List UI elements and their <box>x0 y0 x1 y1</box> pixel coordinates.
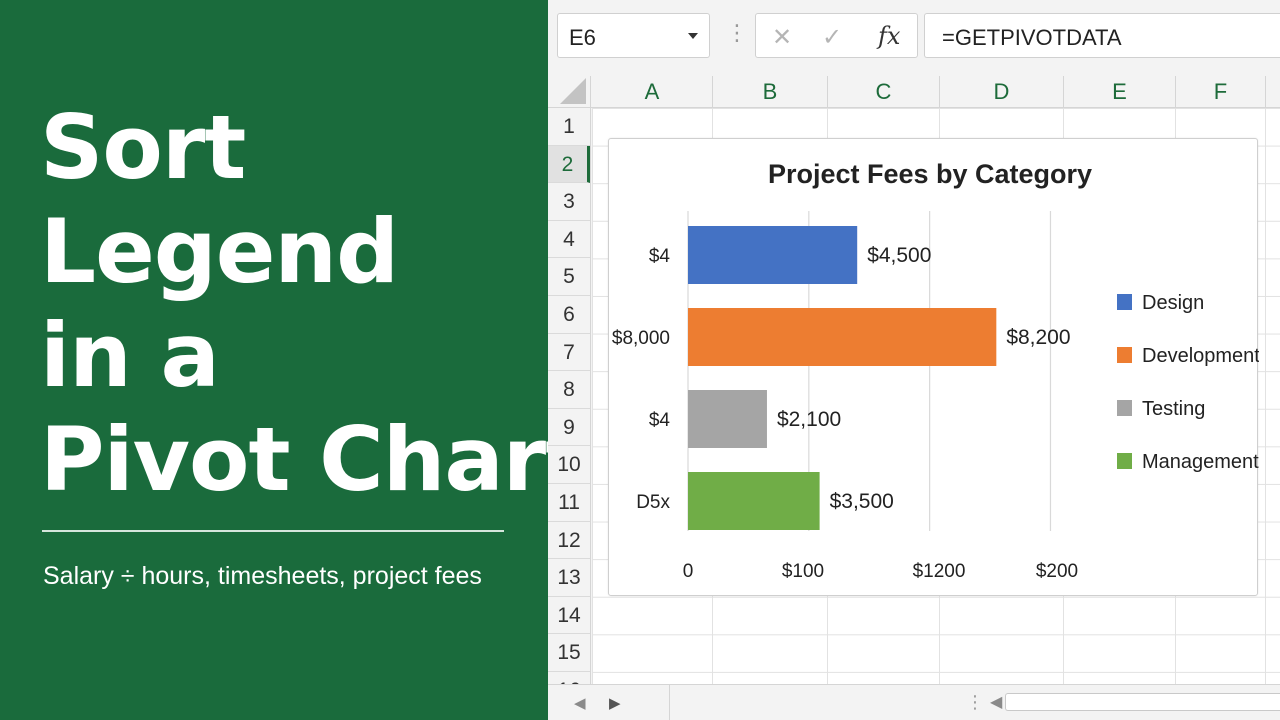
row-header[interactable]: 13 <box>548 559 590 597</box>
insert-function-button[interactable]: fx <box>878 22 900 50</box>
scroll-left-icon[interactable]: ◀ <box>990 692 1002 712</box>
row-header[interactable]: 15 <box>548 634 590 672</box>
formula-buttons: ✕ ✓ fx <box>755 13 918 58</box>
row-header[interactable]: 1 <box>548 108 590 146</box>
category-label: $4 <box>649 246 671 267</box>
row-header[interactable]: 11 <box>548 484 590 522</box>
headline-line: Pivot Chart <box>40 408 587 511</box>
name-box[interactable]: E6 <box>557 13 710 58</box>
sheet-status-bar: ◀ ▶ ⋮ ◀ <box>548 684 1280 720</box>
headline-line: in a <box>40 304 220 407</box>
row-header[interactable]: 6 <box>548 296 590 334</box>
row-header[interactable]: 10 <box>548 446 590 484</box>
name-box-value: E6 <box>569 25 596 50</box>
bar[interactable] <box>688 390 767 448</box>
vertical-dots-icon[interactable]: ⋮ <box>726 22 748 44</box>
legend-item[interactable]: Testing <box>1142 398 1205 420</box>
row-header[interactable]: 12 <box>548 522 590 560</box>
sheet-next-icon[interactable]: ▶ <box>609 694 621 712</box>
column-header-b[interactable]: B <box>713 76 828 108</box>
legend-item[interactable]: Management <box>1142 451 1259 473</box>
row-header[interactable]: 3 <box>548 183 590 221</box>
x-tick-label: $100 <box>782 561 824 582</box>
chart-canvas: Project Fees by Category $4 $8,000 $4 D5x $… <box>612 159 1259 582</box>
legend-swatch <box>1117 294 1132 310</box>
close-icon[interactable]: ✕ <box>772 23 792 52</box>
formula-text: =GETPIVOTDATA <box>942 25 1122 50</box>
pivot-chart[interactable]: Project Fees by Category $4 $8,000 $4 D5x $… <box>608 138 1259 596</box>
category-label: $4 <box>649 410 671 431</box>
column-header-f[interactable]: F <box>1176 76 1266 108</box>
category-label: $8,000 <box>612 328 670 349</box>
x-tick-label: 0 <box>683 561 694 582</box>
bar[interactable] <box>688 472 820 530</box>
data-label: $2,100 <box>777 408 841 431</box>
column-header-e[interactable]: E <box>1064 76 1176 108</box>
data-label: $4,500 <box>867 244 931 267</box>
subtitle: Salary ÷ hours, timesheets, project fees <box>43 562 482 590</box>
data-label: $8,200 <box>1006 326 1070 349</box>
data-label: $3,500 <box>830 490 894 513</box>
chart-title: Project Fees by Category <box>768 159 1092 189</box>
legend-swatch <box>1117 347 1132 363</box>
row-header[interactable]: 4 <box>548 221 590 259</box>
x-tick-label: $1200 <box>913 561 966 582</box>
category-label: D5x <box>636 492 670 513</box>
row-header[interactable]: 2 <box>548 145 590 184</box>
row-header[interactable]: 8 <box>548 371 590 409</box>
headline: Sort Legend in a Pivot Chart <box>40 96 587 512</box>
headline-line: Legend <box>40 200 399 303</box>
divider <box>669 685 670 720</box>
select-all-button[interactable] <box>548 76 591 108</box>
horizontal-scrollbar[interactable] <box>1005 693 1280 711</box>
divider <box>42 530 504 532</box>
legend-item[interactable]: Design <box>1142 292 1204 314</box>
row-header[interactable]: 7 <box>548 334 590 372</box>
row-header[interactable]: 5 <box>548 258 590 296</box>
column-header-c[interactable]: C <box>828 76 940 108</box>
legend-swatch <box>1117 453 1132 469</box>
formula-bar: E6 ⋮ ✕ ✓ fx =GETPIVOTDATA <box>548 0 1280 76</box>
column-header-a[interactable]: A <box>592 76 713 108</box>
column-headers: A B C D E F <box>548 76 1280 108</box>
formula-input[interactable]: =GETPIVOTDATA <box>924 13 1280 58</box>
row-header[interactable]: 14 <box>548 597 590 635</box>
bar[interactable] <box>688 308 997 366</box>
sheet-prev-icon[interactable]: ◀ <box>574 694 586 712</box>
row-header[interactable]: 9 <box>548 409 590 447</box>
row-headers: 12345678910111213141516 <box>548 108 591 710</box>
legend-swatch <box>1117 400 1132 416</box>
legend-item[interactable]: Development <box>1142 345 1259 367</box>
check-icon[interactable]: ✓ <box>822 23 842 52</box>
column-header-d[interactable]: D <box>940 76 1064 108</box>
bar[interactable] <box>688 226 858 284</box>
vertical-dots-icon[interactable]: ⋮ <box>966 692 984 713</box>
promo-panel: Sort Legend in a Pivot Chart Salary ÷ ho… <box>0 0 587 720</box>
chevron-down-icon[interactable] <box>688 33 698 39</box>
headline-line: Sort <box>40 96 246 199</box>
x-tick-label: $200 <box>1036 561 1078 582</box>
